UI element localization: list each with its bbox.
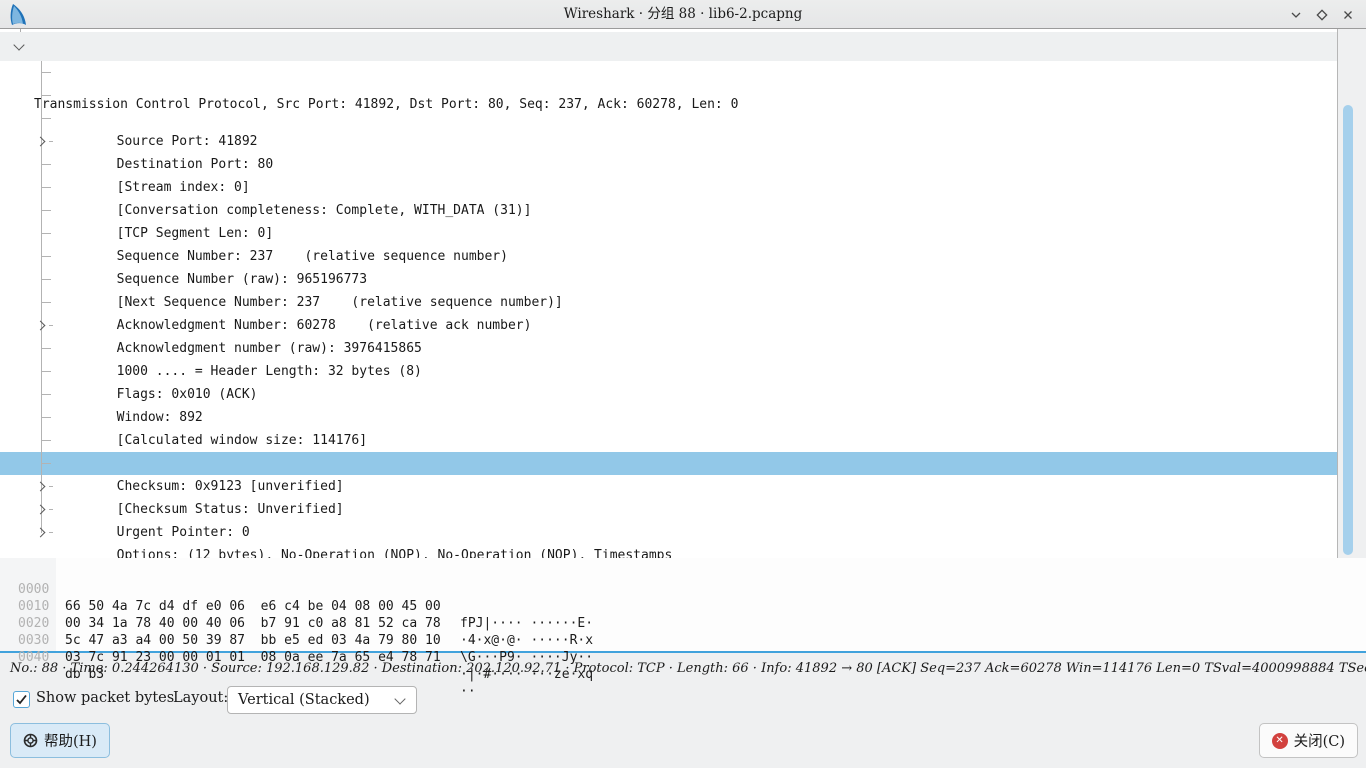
tree-row[interactable]: Sequence Number: 237 (relative sequence … [0, 176, 1337, 199]
expand-chevron-icon[interactable] [36, 482, 46, 492]
tree-branch-tick [41, 95, 51, 96]
tree-rows: Source Port: 41892 Destination Port: 80 … [0, 61, 1337, 544]
tree-branch-tick [49, 486, 53, 487]
tree-branch-tick [41, 440, 51, 441]
hex-ascii[interactable]: ·4·x@·@· ·····R·x [460, 632, 593, 649]
tree-row[interactable]: [Stream index: 0] [0, 107, 1337, 130]
scrollbar-track[interactable] [1337, 29, 1366, 558]
hex-row[interactable]: 0030 03 7c 91 23 00 00 01 01 08 0a ee 7a… [0, 615, 63, 632]
tree-row[interactable]: 1000 .... = Header Length: 32 bytes (8) [0, 291, 1337, 314]
tree-branch-tick [41, 210, 51, 211]
tree-row[interactable]: [Conversation completeness: Complete, WI… [0, 130, 1337, 153]
maximize-icon[interactable] [1314, 7, 1330, 23]
tree-row[interactable]: Urgent Pointer: 0 [0, 452, 1337, 475]
tree-branch-tick [41, 187, 51, 188]
tree-branch-tick [41, 463, 51, 464]
close-red-icon: ✕ [1272, 733, 1288, 749]
chevron-down-icon [394, 693, 405, 704]
window-title: Wireshark · 分组 88 · lib6-2.pcapng [0, 0, 1366, 28]
tree-row[interactable]: Checksum: 0x9123 [unverified] [0, 406, 1337, 429]
expand-chevron-icon[interactable] [36, 321, 46, 331]
hex-rows: 0000 66 50 4a 7c d4 df e0 06 e6 c4 be 04… [0, 564, 63, 649]
tree-row[interactable]: Options: (12 bytes), No-Operation (NOP),… [0, 475, 1337, 498]
help-button[interactable]: 帮助(H) [10, 723, 110, 758]
tree-row[interactable]: [Checksum Status: Unverified] [0, 429, 1337, 452]
tree-row[interactable]: [Calculated window size: 114176] [0, 360, 1337, 383]
packet-bytes-pane: 0000 66 50 4a 7c d4 df e0 06 e6 c4 be 04… [0, 558, 1366, 653]
layout-dropdown[interactable]: Vertical (Stacked) [227, 686, 417, 714]
help-icon [23, 733, 38, 748]
layout-label: Layout: [173, 690, 228, 706]
hex-row[interactable]: 0000 66 50 4a 7c d4 df e0 06 e6 c4 be 04… [0, 564, 63, 581]
hex-row[interactable]: 0010 00 34 1a 78 40 00 40 06 b7 91 c0 a8… [0, 581, 63, 598]
tree-branch-tick [49, 141, 53, 142]
tree-row[interactable]: [SEQ/ACK analysis] [0, 521, 1337, 544]
scrollbar-thumb[interactable] [1343, 105, 1353, 555]
tree-branch-tick [41, 302, 51, 303]
tree-branch-tick [41, 118, 51, 119]
tree-branch-tick [49, 509, 53, 510]
expand-chevron-icon[interactable] [36, 505, 46, 515]
tree-row[interactable]: Window: 892 [0, 337, 1337, 360]
tree-branch-tick [41, 371, 51, 372]
tree-branch-tick [41, 394, 51, 395]
close-icon[interactable] [1340, 7, 1356, 23]
show-packet-bytes-checkbox[interactable] [13, 691, 30, 708]
tree-row[interactable]: [Window size scaling factor: 128] [0, 383, 1337, 406]
tree-branch-tick [41, 72, 51, 73]
help-button-label: 帮助(H) [44, 730, 97, 751]
tree-branch-tick [41, 256, 51, 257]
hex-bytes[interactable]: 5c 47 a3 a4 00 50 39 87 bb e5 ed 03 4a 7… [65, 632, 441, 649]
hex-row[interactable]: 0020 5c 47 a3 a4 00 50 39 87 bb e5 ed 03… [0, 598, 63, 615]
collapse-chevron-icon[interactable] [13, 39, 24, 50]
tree-branch-tick [41, 279, 51, 280]
tree-row[interactable]: Flags: 0x010 (ACK) [0, 314, 1337, 337]
close-button[interactable]: ✕ 关闭(C) [1259, 723, 1358, 758]
titlebar: Wireshark · 分组 88 · lib6-2.pcapng [0, 0, 1366, 29]
tree-root-row[interactable]: Transmission Control Protocol, Src Port:… [0, 32, 1366, 61]
tree-row[interactable]: Source Port: 41892 [0, 61, 1337, 84]
hex-ascii[interactable]: ·· [460, 683, 476, 700]
layout-dropdown-value: Vertical (Stacked) [238, 692, 370, 708]
hex-ascii[interactable]: fPJ|···· ······E· [460, 615, 593, 632]
expand-chevron-icon[interactable] [36, 528, 46, 538]
tree-branch-tick [49, 325, 53, 326]
show-packet-bytes-label[interactable]: Show packet bytes [36, 690, 174, 706]
packet-summary-line: No.: 88 · Time: 0.244264130 · Source: 19… [10, 661, 1360, 679]
expand-chevron-icon[interactable] [36, 137, 46, 147]
tree-row[interactable]: Acknowledgment Number: 60278 (relative a… [0, 245, 1337, 268]
tree-branch-tick [49, 532, 53, 533]
hex-bytes[interactable]: 00 34 1a 78 40 00 40 06 b7 91 c0 a8 81 5… [65, 615, 441, 632]
hex-row[interactable]: 0040 db b3 ·· [0, 632, 63, 649]
tree-row[interactable]: [TCP Segment Len: 0] [0, 153, 1337, 176]
tree-branch-tick [41, 417, 51, 418]
minimize-icon[interactable] [1288, 7, 1304, 23]
tree-branch-tick [41, 164, 51, 165]
hex-bytes[interactable]: 66 50 4a 7c d4 df e0 06 e6 c4 be 04 08 0… [65, 598, 441, 615]
tree-row[interactable]: Destination Port: 80 [0, 84, 1337, 107]
packet-detail-tree: Transmission Control Protocol, Src Port:… [0, 29, 1337, 558]
tree-row[interactable]: Sequence Number (raw): 965196773 [0, 199, 1337, 222]
tree-row[interactable]: [Timestamps] [0, 498, 1337, 521]
close-button-label: 关闭(C) [1294, 730, 1345, 751]
tree-row[interactable]: Acknowledgment number (raw): 3976415865 [0, 268, 1337, 291]
tree-row[interactable]: [Next Sequence Number: 237 (relative seq… [0, 222, 1337, 245]
tree-branch-tick [41, 233, 51, 234]
tree-branch-tick [41, 348, 51, 349]
